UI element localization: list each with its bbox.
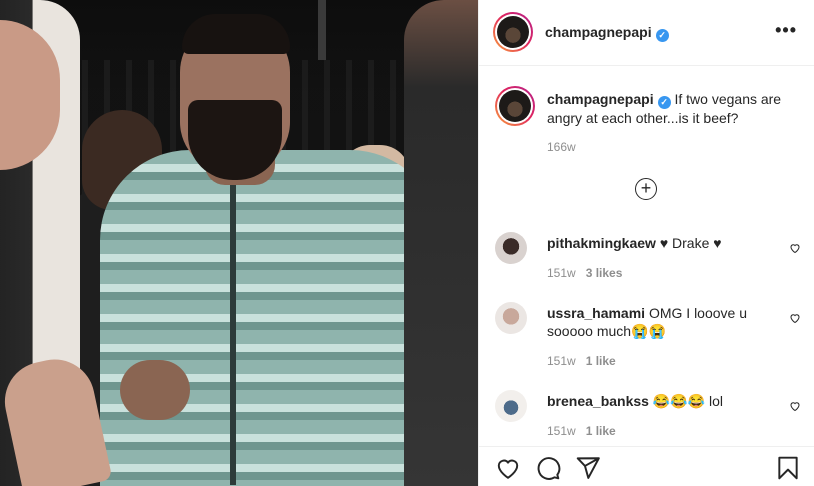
photo-right-person — [404, 0, 478, 486]
photo-puffer-jacket — [100, 150, 440, 486]
heart-icon[interactable] — [495, 455, 521, 481]
verified-badge-icon: ✓ — [657, 96, 671, 109]
commenter-avatar[interactable] — [495, 390, 527, 422]
comment-icon[interactable] — [535, 455, 561, 481]
comment-text-block: brenea_bankss 😂😂😂 lol — [547, 392, 757, 410]
comment-likes[interactable]: 1 like — [586, 424, 616, 438]
comment-item: brenea_bankss 😂😂😂 lol 151w 1 like — [495, 390, 801, 444]
comment-meta: 151w 1 like — [547, 424, 616, 438]
photo-hair — [182, 14, 290, 54]
verified-badge-icon: ✓ — [655, 29, 669, 42]
heart-outline-icon[interactable] — [789, 400, 801, 412]
heart-outline-icon[interactable] — [789, 312, 801, 324]
post-actions-bar — [479, 446, 814, 486]
post-header: champagnepapi ✓ ••• — [479, 0, 814, 66]
comment-meta: 151w 1 like — [547, 354, 616, 368]
comment-username[interactable]: ussra_hamami — [547, 305, 645, 321]
caption-avatar[interactable] — [495, 86, 535, 126]
comment-likes[interactable]: 1 like — [586, 354, 616, 368]
comment-meta: 151w 3 likes — [547, 266, 622, 280]
post-side-panel: champagnepapi ✓ ••• champagnepapi ✓ If two… — [478, 0, 814, 486]
post-photo[interactable] — [0, 0, 478, 486]
more-options-icon[interactable]: ••• — [775, 20, 797, 41]
commenter-avatar[interactable] — [495, 302, 527, 334]
comment-item: ussra_hamami OMG I looove u sooooo much😭… — [495, 302, 801, 372]
comment-username[interactable]: brenea_bankss — [547, 393, 649, 409]
comment-age: 151w — [547, 424, 576, 438]
photo-background-pole — [318, 0, 326, 60]
heart-outline-icon[interactable] — [789, 242, 801, 254]
comment-text-block: ussra_hamami OMG I looove u sooooo much😭… — [547, 304, 757, 340]
bookmark-icon[interactable] — [775, 455, 801, 481]
comment-age: 151w — [547, 266, 576, 280]
commenter-avatar[interactable] — [495, 232, 527, 264]
comment-text: 😂😂😂 lol — [652, 393, 724, 409]
comment-item: pithakmingkaew ♥ Drake ♥ 151w 3 likes — [495, 232, 801, 286]
caption-age: 166w — [547, 140, 576, 154]
caption-username[interactable]: champagnepapi — [547, 91, 654, 107]
photo-hand — [120, 360, 190, 420]
comment-age: 151w — [547, 354, 576, 368]
caption-text-block: champagnepapi ✓ If two vegans are angry a… — [547, 90, 797, 127]
author-avatar[interactable] — [493, 12, 533, 52]
comment-text-block: pithakmingkaew ♥ Drake ♥ — [547, 234, 757, 252]
author-name-row: champagnepapi ✓ — [545, 24, 669, 42]
plus-circle-icon[interactable]: + — [635, 178, 657, 200]
photo-jacket-zipper — [230, 185, 236, 485]
comment-likes[interactable]: 3 likes — [586, 266, 623, 280]
paper-plane-icon[interactable] — [575, 455, 601, 481]
comment-text: ♥ Drake ♥ — [659, 235, 722, 251]
author-username[interactable]: champagnepapi — [545, 24, 652, 40]
comment-username[interactable]: pithakmingkaew — [547, 235, 656, 251]
